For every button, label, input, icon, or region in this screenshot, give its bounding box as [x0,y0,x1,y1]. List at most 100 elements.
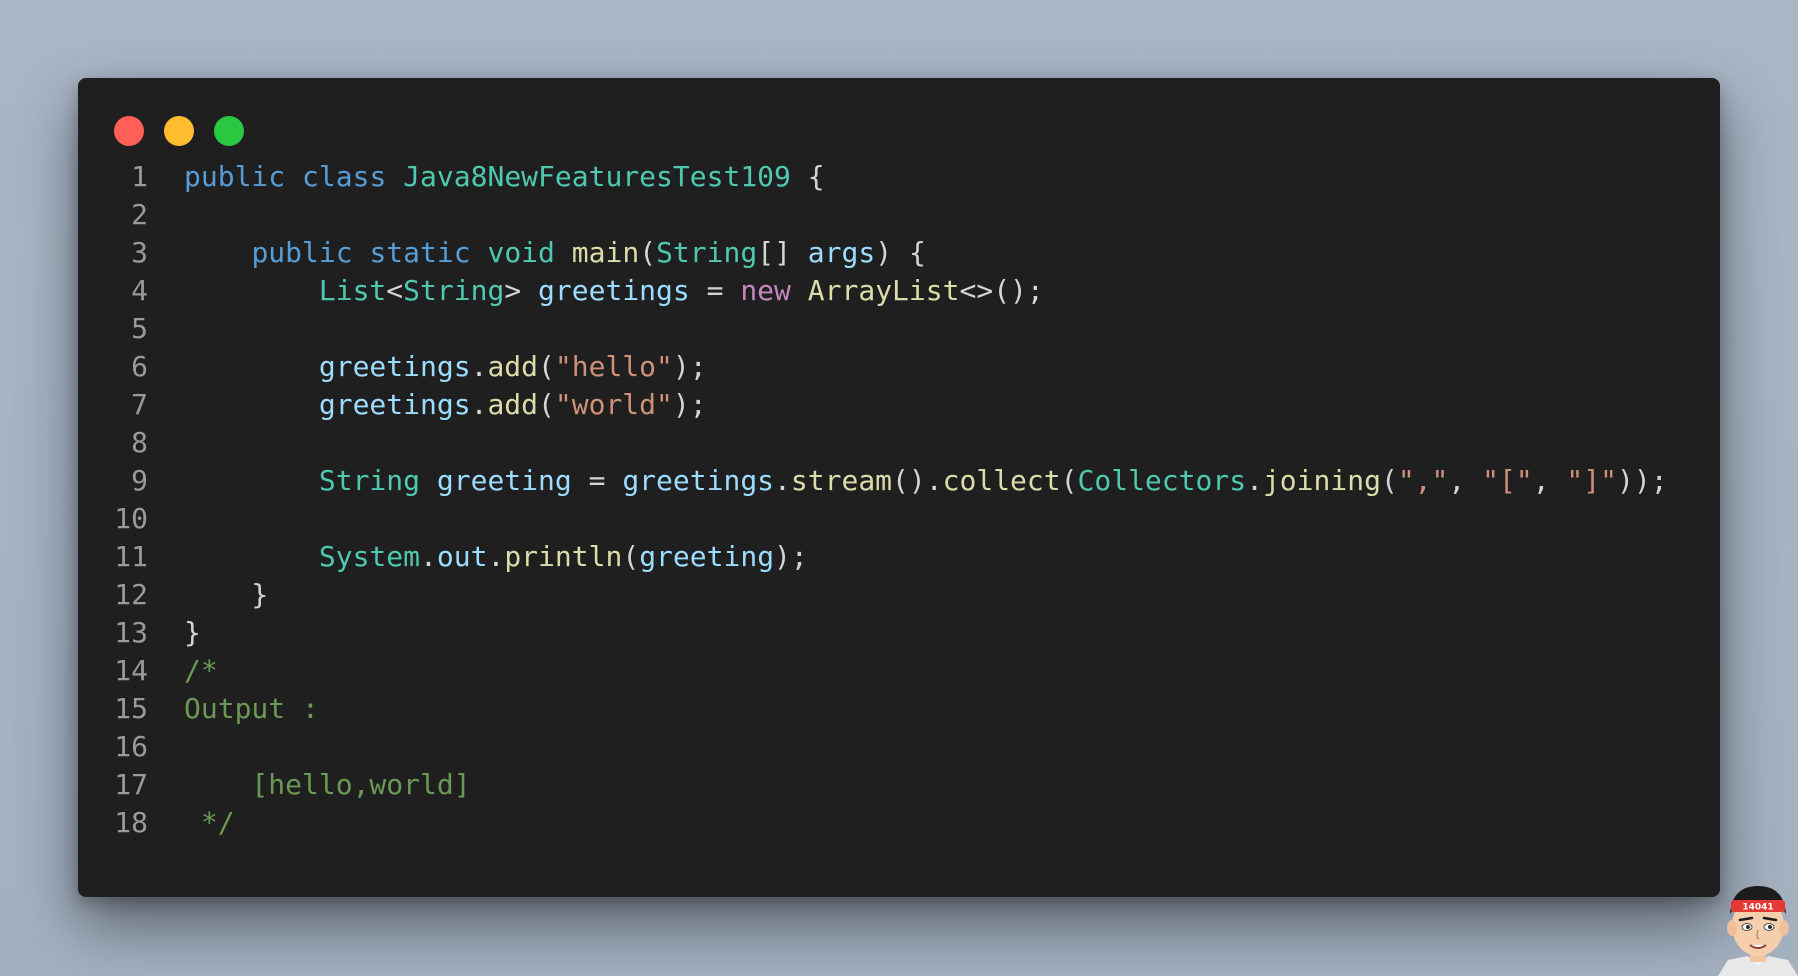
code-token: = [689,273,741,307]
code-token: out [436,539,488,573]
code-token: [hello,world] [184,767,471,801]
code-line: 11 System.out.println(greeting); [78,537,1720,575]
code-line: 16 [78,727,1720,765]
code-line: 10 [78,499,1720,537]
code-token: , [1448,463,1483,497]
code-line: 8 [78,423,1720,461]
code-text: Output : [184,692,319,725]
code-token: . [1246,463,1263,497]
code-token: "world" [554,387,673,421]
code-token: ArrayList [807,273,960,307]
code-token: . [470,387,488,421]
code-text: greetings.add("hello"); [184,350,707,383]
line-number: 9 [131,463,148,497]
line-number: 4 [131,273,148,307]
code-token: add [487,349,539,383]
code-token: String [403,273,505,307]
code-token: */ [184,805,235,839]
maximize-button[interactable] [214,116,244,146]
code-token: } [184,615,201,649]
code-token: (). [892,463,943,497]
code-line: 12 } [78,575,1720,613]
code-line: 15 Output : [78,689,1720,727]
code-token: Collectors [1077,463,1247,497]
code-token: <>(); [959,273,1044,307]
line-number: 6 [131,349,148,383]
close-button[interactable] [114,116,144,146]
code-text: [hello,world] [184,767,471,801]
code-token: ( [538,387,555,421]
code-window: 1 public class Java8NewFeaturesTest109 { 2… [78,78,1720,897]
code-token: . [470,349,488,383]
code-token: "[" [1482,463,1533,497]
code-token: new [740,273,791,307]
avatar-badge-text: 14041 [1742,903,1773,913]
code-token: class [302,159,387,193]
code-token: String [656,235,758,269]
line-number: 10 [114,501,148,535]
code-token: main [571,235,640,269]
code-token: joining [1262,463,1381,497]
line-number: 15 [114,691,148,725]
code-token: public [251,235,353,269]
code-line: 6 greetings.add("hello"); [78,347,1720,385]
line-number: 3 [131,235,148,269]
code-line: 14 /* [78,651,1720,689]
code-text: } [184,578,268,611]
code-token: )); [1616,463,1668,497]
code-token: ( [622,539,640,573]
code-token: println [504,539,623,573]
code-token: /* [184,653,218,687]
code-line: 4 List<String> greetings = new ArrayList… [78,271,1720,309]
line-number: 12 [114,577,148,611]
code-token: ); [672,387,707,421]
code-line: 5 [78,309,1720,347]
code-token: greetings [538,273,690,307]
code-token: add [487,387,539,421]
line-number: 7 [131,387,148,421]
code-token: collect [942,463,1061,497]
code-token: List [318,273,387,307]
code-line: 9 String greeting = greetings.stream().c… [78,461,1720,499]
minimize-button[interactable] [164,116,194,146]
code-token: = [571,463,623,497]
code-token: "]" [1566,463,1617,497]
code-token: static [369,235,471,269]
code-token: Java8NewFeaturesTest109 [403,159,791,193]
line-number: 11 [114,539,148,573]
code-text: List<String> greetings = new ArrayList<>… [184,274,1044,307]
line-number: 2 [131,197,148,231]
line-number: 1 [131,159,148,193]
code-token: , [1532,463,1567,497]
code-token: } [184,577,269,611]
code-token: ); [774,539,808,573]
code-token: . [487,539,505,573]
line-number: 16 [114,729,148,763]
code-text: public class Java8NewFeaturesTest109 { [184,160,825,193]
code-line: 3 public static void main(String[] args)… [78,233,1720,271]
code-token: greetings [318,387,471,421]
code-token: stream [790,463,893,497]
code-token: System [318,539,421,573]
code-text: String greeting = greetings.stream().col… [184,464,1668,497]
code-token: "," [1397,463,1449,497]
code-text: /* [184,654,218,687]
line-number: 14 [114,653,148,687]
code-token: . [420,539,437,573]
window-controls [114,116,244,146]
code-token: "hello" [554,349,673,383]
code-token: ( [538,349,555,383]
code-line: 13} [78,613,1720,651]
line-number: 17 [114,767,148,801]
line-number: 5 [131,311,148,345]
code-token: . [774,463,791,497]
code-line: 1 public class Java8NewFeaturesTest109 { [78,157,1720,195]
code-token: args [807,235,876,269]
